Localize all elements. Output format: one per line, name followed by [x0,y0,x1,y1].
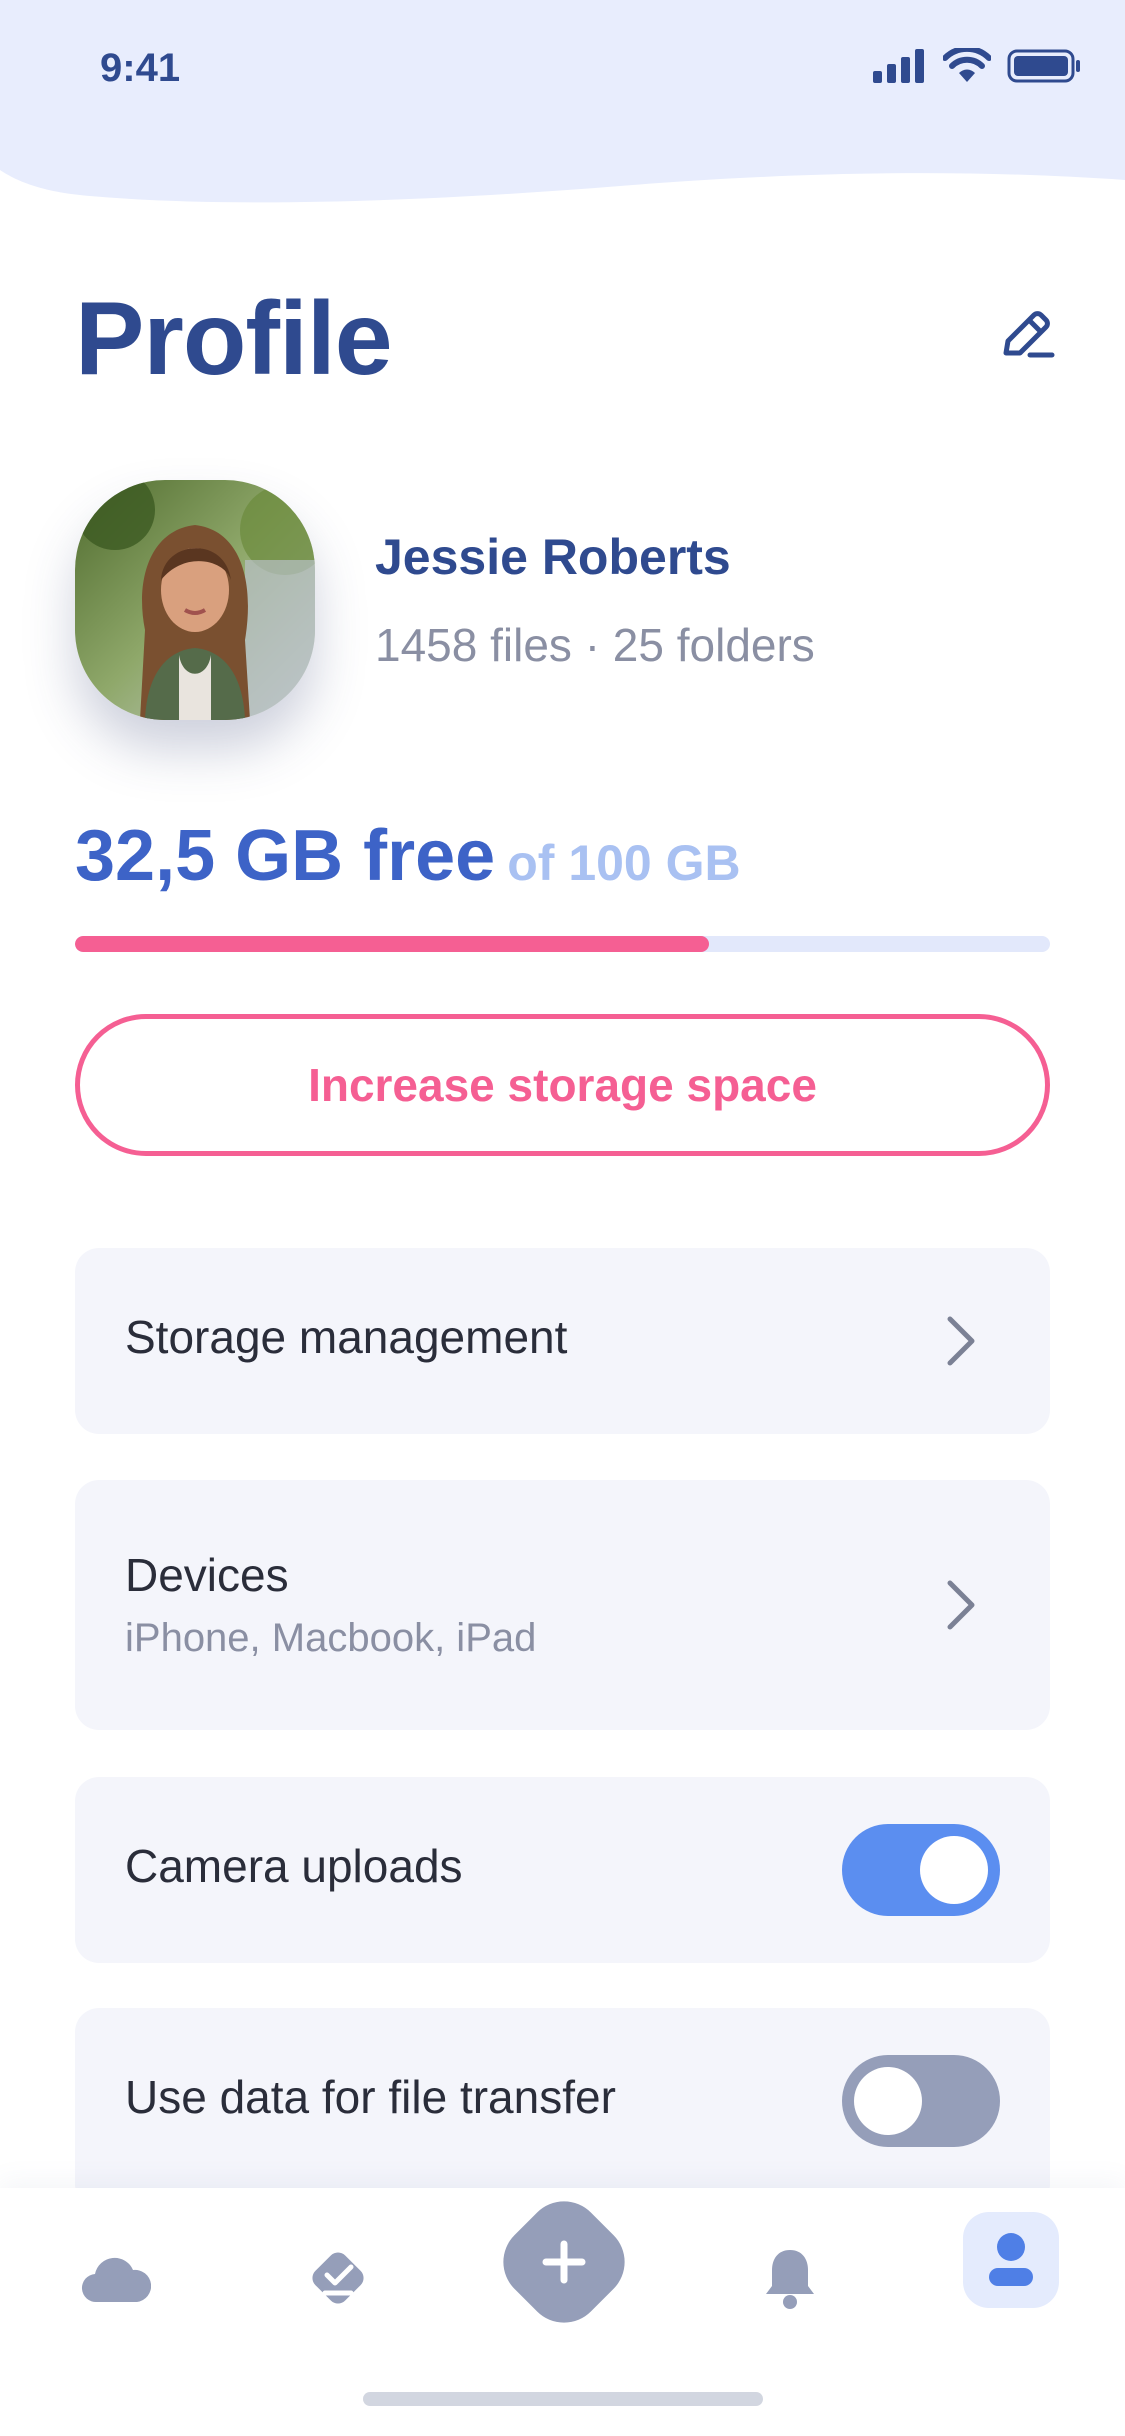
pencil-icon [1003,311,1055,358]
avatar[interactable] [75,480,315,720]
tab-bar [0,2185,1125,2436]
data-transfer-toggle[interactable] [842,2055,1000,2147]
data-transfer-label: Use data for file transfer [125,2071,616,2123]
user-photo [75,480,315,720]
cloud-icon [81,2257,151,2303]
tab-profile[interactable] [963,2212,1059,2308]
devices-row[interactable]: Devices iPhone, Macbook, iPad [75,1480,1050,1730]
home-indicator [363,2392,763,2406]
status-icons [873,48,1081,84]
storage-total: of 100 GB [507,835,741,891]
bell-icon [766,2250,814,2309]
storage-management-row[interactable]: Storage management [75,1248,1050,1434]
data-transfer-row: Use data for file transfer [75,2008,1050,2208]
storage-free: 32,5 GB free [75,816,496,896]
storage-progress-fill [75,936,709,952]
edit-profile-button[interactable] [991,300,1061,370]
storage-summary: 32,5 GB free of 100 GB [75,815,741,897]
devices-label: Devices [125,1549,289,1601]
profile-meta: 1458 files · 25 folders [375,619,815,671]
chevron-right-icon [947,1580,975,1630]
devices-list: iPhone, Macbook, iPad [125,1616,537,1660]
toggle-knob [854,2067,922,2135]
tab-cloud[interactable] [68,2230,164,2326]
camera-uploads-toggle[interactable] [842,1824,1000,1916]
status-time: 9:41 [100,46,181,90]
wifi-icon [943,48,991,82]
tab-tasks[interactable] [290,2230,386,2326]
battery-icon [1007,49,1080,83]
storage-progress-bar [75,936,1050,952]
tasks-icon [312,2252,364,2304]
profile-name: Jessie Roberts [375,529,731,585]
add-icon [542,2240,586,2284]
tab-add[interactable] [487,2185,641,2339]
tab-notifications[interactable] [742,2230,838,2326]
camera-uploads-row: Camera uploads [75,1777,1050,1963]
increase-storage-button[interactable]: Increase storage space [75,1014,1050,1156]
toggle-knob [920,1836,988,1904]
status-bar-background [0,0,1125,203]
signal-icon [873,49,924,83]
page-title: Profile [75,281,393,397]
chevron-right-icon [947,1316,975,1366]
storage-management-label: Storage management [125,1311,568,1363]
profile-icon [989,2233,1033,2286]
camera-uploads-label: Camera uploads [125,1840,463,1892]
